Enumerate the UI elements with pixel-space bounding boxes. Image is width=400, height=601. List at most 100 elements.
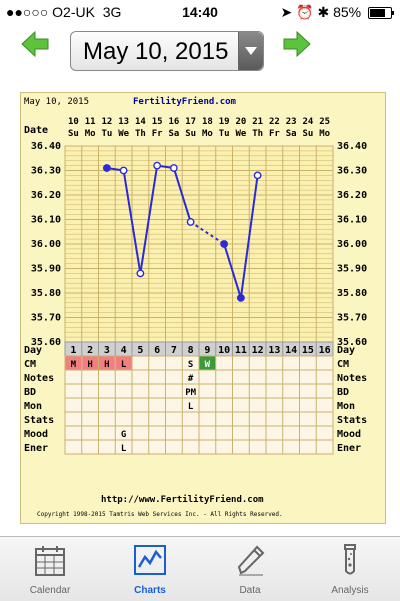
day-tick-label: 5	[137, 345, 143, 356]
temp-point-filled	[220, 240, 229, 248]
weekday-tick-label: Mo	[202, 129, 213, 139]
y-tick-label-right: 36.00	[337, 239, 367, 250]
day-tick-label: 14	[285, 345, 297, 356]
weekday-tick-label: Mo	[85, 129, 96, 139]
y-tick-label-left: 36.00	[31, 239, 61, 250]
tab-data[interactable]: Data	[200, 537, 300, 601]
status-bar: ●●○○○ O2-UK 3G 14:40 ➤ ⏰ ✱ 85%	[0, 0, 400, 24]
date-tick-label: 23	[286, 117, 297, 127]
row-cell-value: W	[205, 360, 211, 370]
day-tick-label: 10	[218, 345, 230, 356]
y-tick-label-right: 35.90	[337, 264, 367, 275]
battery-icon	[368, 7, 394, 20]
tab-calendar[interactable]: Calendar	[0, 537, 100, 601]
chevron-down-icon[interactable]	[238, 32, 263, 70]
bluetooth-icon: ✱	[317, 4, 330, 20]
temp-point-open	[253, 171, 262, 180]
date-tick-label: 15	[152, 117, 163, 127]
tab-analysis-label: Analysis	[331, 585, 369, 596]
row-cell-value: PM	[185, 388, 196, 398]
row-cell-value: H	[104, 360, 109, 370]
y-tick-label-left: 35.90	[31, 264, 61, 275]
day-tick-label: 13	[268, 345, 280, 356]
row-label-left: CM	[24, 359, 36, 370]
y-tick-label-right: 36.30	[337, 166, 367, 177]
tab-data-label: Data	[239, 585, 261, 596]
tab-calendar-label: Calendar	[29, 585, 71, 596]
day-row-label-left: Day	[24, 345, 42, 356]
alarm-icon: ⏰	[296, 4, 314, 20]
row-cell-value: L	[188, 402, 194, 412]
y-tick-label-right: 35.80	[337, 288, 367, 299]
row-label-right: Mon	[337, 401, 355, 412]
day-tick-label: 1	[70, 345, 76, 356]
fertility-chart: May 10, 2015 FertilityFriend.com Date 10 1…	[20, 92, 386, 524]
next-date-button[interactable]	[282, 30, 312, 58]
row-label-left: Stats	[24, 415, 54, 426]
date-tick-label: 13	[118, 117, 129, 127]
temp-point-open	[153, 161, 162, 170]
temp-point-filled	[236, 293, 245, 302]
weekday-tick-label: Su	[185, 129, 196, 139]
temp-point-open	[119, 166, 128, 175]
tab-analysis[interactable]: Analysis	[300, 537, 400, 601]
previous-date-button[interactable]	[20, 30, 50, 58]
date-tick-label: 19	[219, 117, 230, 127]
weekday-tick-label: Fr	[269, 129, 280, 139]
row-label-left: Mood	[24, 429, 48, 440]
date-row-label: Date	[24, 125, 48, 136]
row-cell-value: L	[121, 360, 127, 370]
arrow-right-icon	[283, 30, 311, 58]
date-tick-label: 22	[269, 117, 280, 127]
battery-percent: 85%	[333, 4, 362, 20]
temp-point-open	[169, 164, 178, 172]
weekday-tick-label: Th	[252, 129, 263, 139]
temp-point-filled	[102, 164, 111, 172]
day-tick-label: 7	[171, 345, 177, 356]
row-cell-value: M	[71, 360, 77, 370]
weekday-tick-label: Th	[135, 129, 146, 139]
chart-icon	[134, 545, 166, 575]
y-tick-label-right: 36.40	[337, 141, 367, 152]
y-tick-label-left: 36.10	[31, 215, 61, 226]
date-selector[interactable]: May 10, 2015	[70, 31, 264, 71]
date-tick-label: 14	[135, 117, 146, 127]
row-label-left: Notes	[24, 373, 54, 384]
y-tick-label-right: 36.10	[337, 215, 367, 226]
day-tick-label: 3	[104, 345, 110, 356]
row-label-right: BD	[337, 387, 349, 398]
y-tick-label-left: 36.30	[31, 166, 61, 177]
battery-fill	[370, 9, 386, 18]
row-label-right: Stats	[337, 415, 367, 426]
weekday-tick-label: Sa	[168, 129, 179, 139]
y-tick-label-left: 36.20	[31, 190, 61, 201]
day-tick-label: 4	[121, 345, 127, 356]
row-cell-value: S	[188, 360, 193, 370]
date-tick-label: 25	[319, 117, 330, 127]
test-tube-icon	[344, 544, 356, 575]
date-selector-value: May 10, 2015	[83, 38, 229, 65]
day-row-label-right: Day	[337, 345, 355, 356]
day-tick-label: 11	[235, 345, 247, 356]
pencil-icon	[237, 545, 265, 576]
weekday-tick-label: Fr	[152, 129, 163, 139]
row-cell-value: L	[121, 444, 127, 454]
temp-point-open	[186, 218, 195, 226]
date-tick-label: 20	[235, 117, 246, 127]
chart-footer-url: http://www.FertilityFriend.com	[101, 495, 264, 505]
day-tick-label: 8	[188, 345, 194, 356]
row-label-left: BD	[24, 387, 36, 398]
date-tick-label: 21	[252, 117, 263, 127]
calendar-icon	[35, 546, 65, 576]
weekday-tick-label: Mo	[319, 129, 330, 139]
weekday-tick-label: Su	[68, 129, 79, 139]
day-tick-label: 2	[87, 345, 93, 356]
temp-point-open	[136, 269, 145, 278]
tab-charts[interactable]: Charts	[100, 537, 200, 601]
tab-charts-label: Charts	[134, 585, 166, 596]
row-label-left: Ener	[24, 443, 48, 454]
date-tick-label: 12	[101, 117, 112, 127]
arrow-left-icon	[21, 30, 49, 58]
row-label-left: Mon	[24, 401, 42, 412]
day-tick-label: 15	[302, 345, 314, 356]
